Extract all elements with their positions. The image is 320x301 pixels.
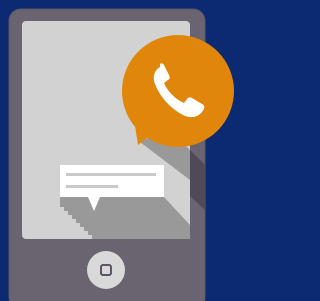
phone-handset-icon [122,35,234,147]
message-line-2 [66,185,118,188]
phone-call-illustration [0,0,258,301]
illustration-canvas [0,0,258,301]
home-button [87,251,125,289]
message-bubble-body [60,165,164,197]
message-line-1 [66,173,156,176]
home-button-icon [87,251,125,289]
